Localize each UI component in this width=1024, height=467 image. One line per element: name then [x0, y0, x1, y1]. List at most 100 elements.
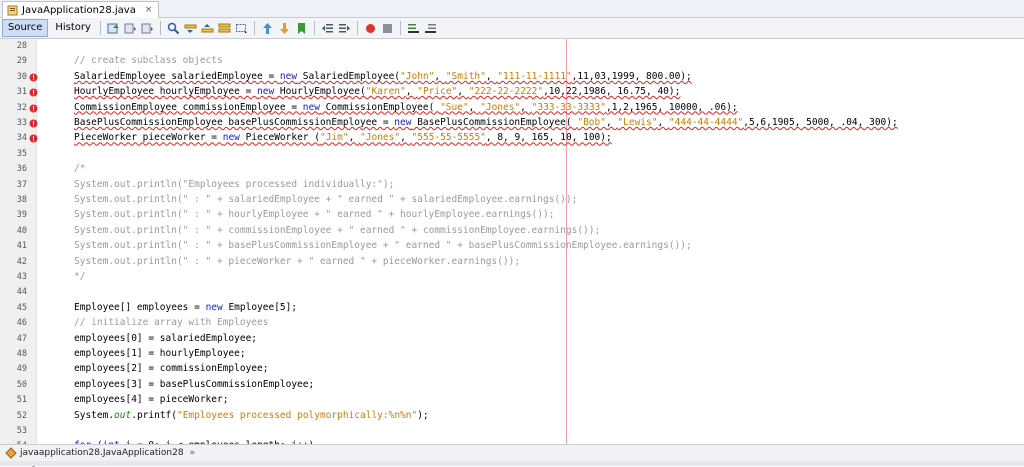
comment-icon[interactable]	[407, 22, 420, 35]
code-token: HourlyEmployee(	[274, 86, 366, 98]
error-annotation-icon[interactable]	[29, 104, 38, 113]
code-token: BasePlusCommissionEmployee(	[411, 117, 578, 128]
code-line[interactable]: employees[0] = salariedEmployee;	[74, 333, 257, 344]
code-token: ,	[605, 117, 618, 128]
code-token: ,1,2,1965, 10000, .06);	[605, 101, 738, 113]
history-tab[interactable]: History	[50, 20, 96, 36]
find-selection-icon[interactable]	[167, 22, 180, 35]
string-token: "Smith"	[445, 70, 486, 82]
code-line[interactable]: HourlyEmployee hourlyEmployee = new Hour…	[74, 86, 680, 97]
shift-left-icon[interactable]	[321, 22, 334, 35]
code-token: , 8, 9, 165, 10, 100);	[485, 132, 612, 144]
code-line[interactable]: PieceWorker pieceWorker = new PieceWorke…	[74, 132, 612, 143]
error-annotation-icon[interactable]	[29, 134, 38, 143]
code-line[interactable]: System.out.println(" : " + basePlusCommi…	[74, 240, 692, 251]
code-token: System.	[74, 409, 115, 421]
code-line[interactable]: System.out.println(" : " + pieceWorker +…	[74, 256, 520, 267]
line-number: 30	[16, 71, 27, 82]
forward-icon[interactable]	[141, 22, 154, 35]
code-line[interactable]: Employee[] employees = new Employee[5];	[74, 302, 297, 313]
file-tab[interactable]: JavaApplication28.java ×	[2, 1, 160, 18]
bottom-strip	[0, 461, 1024, 466]
toolbar-separator	[356, 21, 358, 35]
code-token: ,	[485, 70, 498, 82]
string-token: "Lewis"	[617, 117, 658, 128]
line-number: 53	[16, 426, 27, 436]
code-token: ,5,6,1905, 5000, .04, 300);	[743, 117, 898, 128]
next-bookmark-icon[interactable]	[278, 22, 291, 35]
back-icon[interactable]	[124, 22, 137, 35]
code-token: CommissionEmployee(	[319, 101, 441, 113]
code-line[interactable]: /*	[74, 163, 85, 174]
string-token: "111-11-1111"	[497, 70, 572, 82]
line-number: 48	[16, 349, 27, 359]
line-number: 44	[16, 287, 27, 298]
keyword-token: new	[302, 101, 320, 113]
code-token: ,	[520, 101, 532, 113]
start-macro-recording-icon[interactable]	[364, 22, 377, 35]
line-number: 32	[16, 102, 27, 113]
find-previous-icon[interactable]	[184, 22, 197, 35]
error-annotation-icon[interactable]	[29, 73, 38, 82]
error-annotation-icon[interactable]	[29, 88, 38, 97]
code-token: CommissionEmployee commissionEmployee =	[74, 101, 303, 113]
code-editor[interactable]: 28 29 30 31 32 33 34 35 36 37 38 39 40 41 42 43 44 45 46 47…	[0, 39, 1024, 467]
string-token: "444-44-4444"	[668, 117, 744, 128]
code-line[interactable]: employees[3] = basePlusCommissionEmploye…	[74, 379, 314, 390]
string-token: "John"	[400, 70, 435, 82]
code-token: ,	[657, 117, 669, 128]
line-number: 46	[16, 318, 27, 329]
class-icon	[5, 447, 17, 459]
line-number: 50	[16, 379, 27, 390]
code-line[interactable]: employees[2] = commissionEmployee;	[74, 363, 268, 374]
code-token: SalariedEmployee(	[297, 70, 401, 82]
code-line[interactable]: */	[74, 271, 85, 282]
field-token: out	[114, 409, 132, 421]
breadcrumb-chevron-icon[interactable]: »	[190, 448, 196, 458]
line-number: 43	[16, 272, 27, 282]
code-line[interactable]: System.out.println(" : " + salariedEmplo…	[74, 194, 577, 205]
stop-macro-recording-icon[interactable]	[381, 22, 394, 35]
code-line[interactable]: employees[1] = hourlyEmployee;	[74, 348, 246, 359]
code-line[interactable]: BasePlusCommissionEmployee basePlusCommi…	[74, 117, 898, 128]
code-line[interactable]: System.out.printf("Employees processed p…	[74, 410, 429, 421]
source-tab[interactable]: Source	[2, 19, 49, 37]
string-token: "Employees processed polymorphically:%n%…	[176, 409, 418, 421]
code-line[interactable]: CommissionEmployee commissionEmployee = …	[74, 102, 738, 113]
line-number: 37	[16, 179, 27, 190]
string-token: "555-55-5555"	[411, 132, 486, 144]
toolbar-separator	[313, 21, 315, 35]
error-annotation-icon[interactable]	[29, 119, 38, 128]
code-token: ,	[457, 86, 469, 98]
toolbar-separator	[253, 21, 255, 35]
string-token: "333-33-3333"	[531, 101, 606, 113]
code-line[interactable]: System.out.println("Employees processed …	[74, 179, 394, 190]
close-tab-icon[interactable]: ×	[145, 5, 153, 15]
code-line[interactable]: // create subclass objects	[74, 55, 223, 66]
last-edit-icon[interactable]	[107, 22, 120, 35]
code-line[interactable]: System.out.println(" : " + commissionEmp…	[74, 225, 600, 236]
line-number: 36	[16, 164, 27, 175]
previous-bookmark-icon[interactable]	[261, 22, 274, 35]
toggle-highlight-icon[interactable]	[218, 22, 231, 35]
code-line[interactable]: // initialize array with Employees	[74, 317, 268, 328]
code-line[interactable]: employees[4] = pieceWorker;	[74, 394, 228, 405]
code-line[interactable]: System.out.println(" : " + hourlyEmploye…	[74, 209, 554, 220]
line-number: 40	[16, 225, 27, 236]
find-next-icon[interactable]	[201, 22, 214, 35]
line-number-gutter[interactable]: 28 29 30 31 32 33 34 35 36 37 38 39 40 41 42 43 44 45 46 47…	[0, 39, 38, 467]
line-number: 52	[16, 410, 27, 421]
shift-right-icon[interactable]	[338, 22, 351, 35]
keyword-token: new	[205, 301, 223, 313]
toggle-bookmark-icon[interactable]	[295, 22, 308, 35]
code-token: PieceWorker pieceWorker =	[74, 132, 223, 144]
uncomment-icon[interactable]	[424, 22, 437, 35]
toggle-rect-selection-icon[interactable]	[235, 22, 248, 35]
line-number: 31	[16, 87, 27, 98]
code-line[interactable]: SalariedEmployee salariedEmployee = new …	[74, 71, 692, 82]
keyword-token: new	[257, 86, 275, 98]
string-token: "Jim"	[319, 132, 349, 144]
breadcrumb-path[interactable]: javaapplication28.JavaApplication28	[20, 448, 184, 458]
line-number: 28	[16, 41, 27, 51]
string-token: "Jones"	[480, 101, 521, 113]
